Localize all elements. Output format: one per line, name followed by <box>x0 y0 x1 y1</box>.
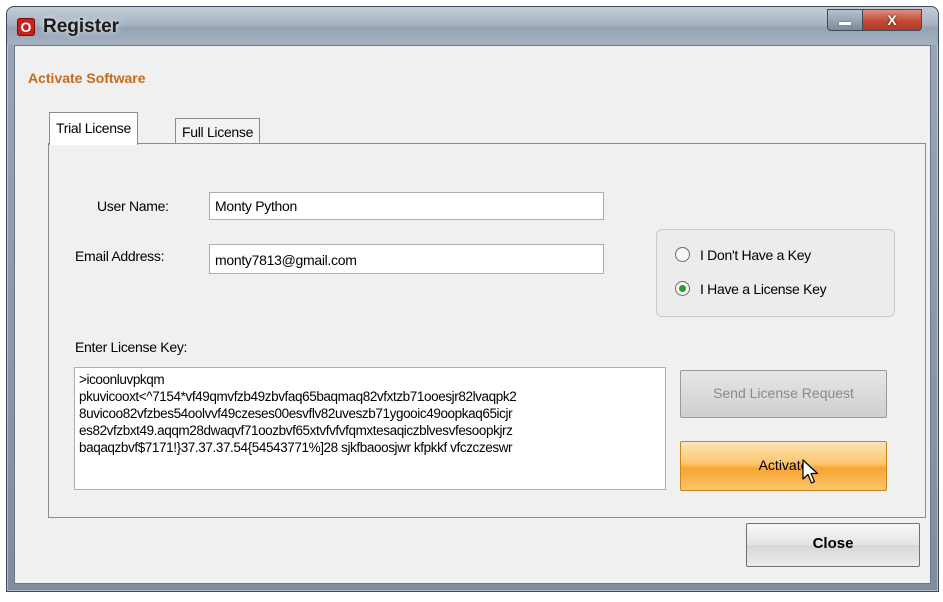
user-name-field[interactable]: Monty Python <box>209 192 604 220</box>
radio-have-license-key[interactable]: I Have a License Key <box>675 281 827 297</box>
email-address-field[interactable]: monty7813@gmail.com <box>209 244 604 274</box>
minimize-button[interactable] <box>827 9 863 31</box>
app-icon: O <box>17 18 35 36</box>
send-license-request-button[interactable]: Send License Request <box>680 370 887 418</box>
section-title: Activate Software <box>28 70 146 86</box>
radio-have-license-key-label: I Have a License Key <box>700 281 827 297</box>
tab-full-license[interactable]: Full License <box>175 118 261 145</box>
trial-license-panel: User Name: Monty Python Email Address: m… <box>48 143 926 518</box>
license-key-textarea[interactable]: >icoonluvpkqm pkuvicooxt<^7154*vf49qmvfz… <box>74 367 666 490</box>
radio-no-key[interactable]: I Don't Have a Key <box>675 247 811 263</box>
radio-button-icon <box>675 247 690 262</box>
radio-no-key-label: I Don't Have a Key <box>700 247 811 263</box>
close-icon: X <box>887 12 897 28</box>
mouse-pointer-icon <box>802 459 819 484</box>
title-bar[interactable]: O Register X <box>7 7 938 45</box>
dialog-client-area: Activate Software Trial License Full Lic… <box>14 45 931 584</box>
close-button[interactable]: Close <box>746 523 920 567</box>
register-window: O Register X Activate Software Trial Lic… <box>6 6 939 592</box>
tab-trial-license[interactable]: Trial License <box>49 112 138 145</box>
activate-button-label: Activate <box>758 457 809 473</box>
minimize-icon <box>839 22 851 25</box>
window-title: Register <box>43 16 120 37</box>
key-option-group: I Don't Have a Key I Have a License Key <box>656 229 895 317</box>
license-key-label: Enter License Key: <box>75 339 188 355</box>
radio-button-selected-icon <box>675 281 690 296</box>
email-address-label: Email Address: <box>75 248 165 264</box>
activate-button[interactable]: Activate <box>680 441 887 491</box>
user-name-label: User Name: <box>97 198 169 214</box>
window-close-button[interactable]: X <box>862 9 922 31</box>
